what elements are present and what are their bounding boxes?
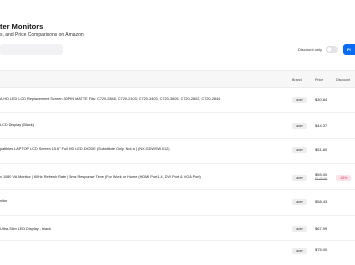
discount-only-toggle[interactable] <box>326 46 338 53</box>
price-value: $51.60 <box>315 147 328 152</box>
search-input[interactable] <box>0 44 63 55</box>
brand-badge: acer <box>292 248 307 254</box>
brand-badge: acer <box>292 175 307 181</box>
price-value: $44.37 <box>315 123 328 128</box>
brand-badge: acer <box>292 199 307 205</box>
product-name[interactable]: Ultra-Slim LED Display - black <box>0 227 51 231</box>
page-subtitle: s, and Price Comparisons on Amazon <box>0 32 84 38</box>
table-row[interactable]: nitor acer $58.43 <box>0 190 355 216</box>
product-name[interactable]: patibles LAPTOP LCD Screen 15.6" Full HD… <box>0 147 170 151</box>
discount-badge: -63% <box>336 175 351 181</box>
table-row[interactable]: acer $75.00 <box>0 241 355 261</box>
table-row[interactable]: A HD LED LCD Replacement Screen 30PIN MA… <box>0 88 355 113</box>
price-value: $58.43 <box>315 199 328 204</box>
table-row[interactable]: Ultra-Slim LED Display - black acer $67.… <box>0 216 355 241</box>
original-price: $149.99 <box>315 177 328 181</box>
products-table: Brand Price Discount A HD LED LCD Replac… <box>0 70 355 261</box>
discount-only-label: Discount only <box>298 47 323 52</box>
primary-button[interactable]: Pl <box>343 44 355 55</box>
page-title: ter Monitors <box>0 22 44 31</box>
brand-badge: acer <box>292 123 307 129</box>
table-row[interactable]: LCD Display (Black) acer $44.37 <box>0 113 355 139</box>
column-header-discount[interactable]: Discount <box>336 78 350 82</box>
page-header: ter Monitors s, and Price Comparisons on… <box>0 0 355 70</box>
product-name[interactable]: LCD Display (Black) <box>0 123 34 127</box>
product-name[interactable]: A HD LED LCD Replacement Screen 30PIN MA… <box>0 97 220 101</box>
price-value: $67.99 <box>315 226 328 231</box>
toggle-knob <box>327 47 332 52</box>
brand-badge: acer <box>292 226 307 232</box>
table-header: Brand Price Discount <box>0 70 355 88</box>
price-value: $30.84 <box>315 97 328 102</box>
brand-badge: acer <box>292 97 307 103</box>
column-header-price[interactable]: Price <box>315 78 323 82</box>
product-name[interactable]: nitor <box>0 199 7 203</box>
price-value: $75.00 <box>315 247 328 252</box>
table-row[interactable]: x 1080 VA Monitor | 60Hz Refresh Rate | … <box>0 164 355 190</box>
brand-badge: acer <box>292 147 307 153</box>
column-header-brand[interactable]: Brand <box>292 78 302 82</box>
table-row[interactable]: patibles LAPTOP LCD Screen 15.6" Full HD… <box>0 139 355 164</box>
product-name[interactable]: x 1080 VA Monitor | 60Hz Refresh Rate | … <box>0 175 201 179</box>
